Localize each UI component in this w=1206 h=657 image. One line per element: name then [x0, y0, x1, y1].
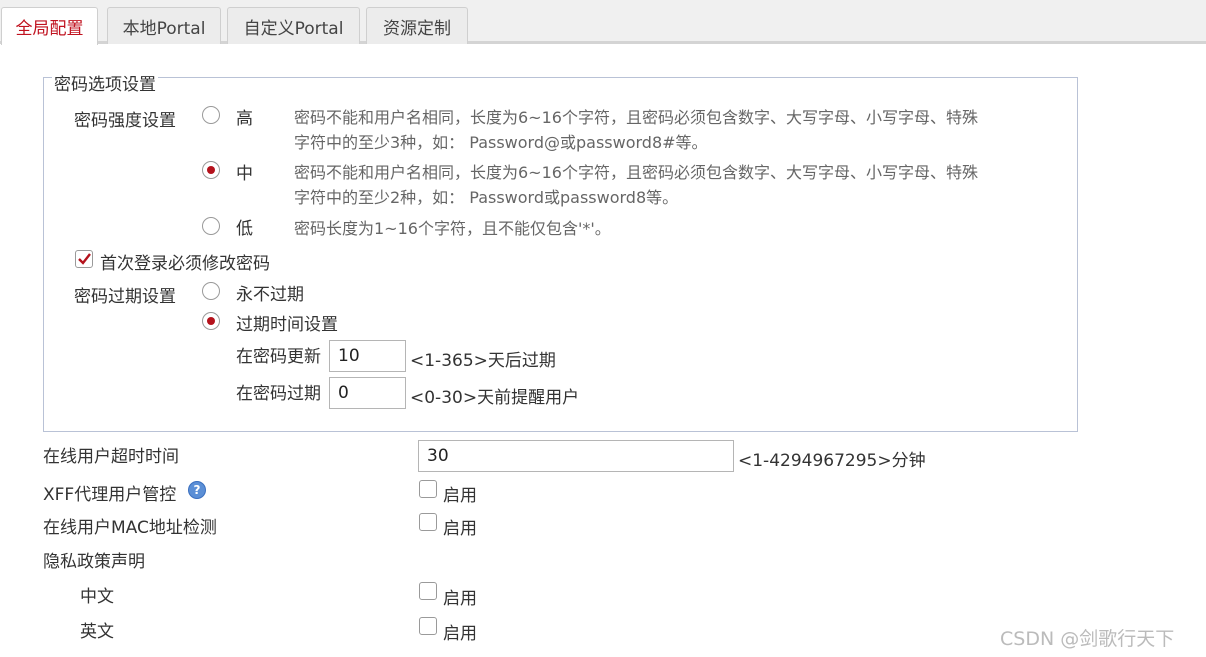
strength-medium-radio[interactable] — [202, 161, 220, 179]
mac-check-enable-label: 启用 — [443, 519, 477, 539]
remind-days-label: 在密码过期 — [236, 384, 321, 404]
watermark: CSDN @剑歌行天下 — [1000, 628, 1175, 650]
mac-check-enable-checkbox[interactable] — [419, 513, 437, 531]
privacy-english-enable-label: 启用 — [443, 624, 477, 644]
expiry-custom-radio[interactable] — [202, 312, 220, 330]
privacy-chinese-enable-label: 启用 — [443, 589, 477, 609]
strength-high-label: 高 — [236, 109, 253, 129]
tab-bar: 全局配置 本地Portal 自定义Portal 资源定制 — [0, 0, 1206, 45]
strength-high-radio[interactable] — [202, 106, 220, 124]
update-days-label: 在密码更新 — [236, 347, 321, 367]
online-timeout-input[interactable] — [418, 440, 734, 472]
strength-low-desc: 密码长度为1~16个字符，且不能仅包含'*'。 — [294, 219, 611, 238]
password-strength-label: 密码强度设置 — [74, 111, 176, 131]
xff-label: XFF代理用户管控 — [43, 485, 177, 505]
expiry-never-radio[interactable] — [202, 282, 220, 300]
strength-low-label: 低 — [236, 219, 253, 239]
mac-check-label: 在线用户MAC地址检测 — [43, 518, 217, 538]
checkmark-icon — [78, 253, 91, 265]
tab-global-config[interactable]: 全局配置 — [1, 7, 98, 45]
tab-local-portal[interactable]: 本地Portal — [107, 7, 221, 44]
privacy-english-label: 英文 — [80, 622, 114, 642]
password-options-legend: 密码选项设置 — [52, 70, 158, 95]
privacy-chinese-checkbox[interactable] — [419, 582, 437, 600]
xff-enable-label: 启用 — [443, 486, 477, 506]
strength-medium-label: 中 — [236, 164, 253, 184]
first-login-change-checkbox[interactable] — [75, 250, 93, 268]
remind-days-input[interactable] — [329, 377, 406, 409]
privacy-policy-label: 隐私政策声明 — [43, 552, 145, 572]
privacy-chinese-label: 中文 — [80, 587, 114, 607]
help-icon[interactable]: ? — [188, 481, 206, 499]
xff-enable-checkbox[interactable] — [419, 480, 437, 498]
tab-resource-custom[interactable]: 资源定制 — [366, 7, 468, 44]
expiry-never-label: 永不过期 — [236, 285, 304, 305]
strength-high-desc: 密码不能和用户名相同，长度为6~16个字符，且密码必须包含数字、大写字母、小写字… — [294, 108, 978, 152]
first-login-change-label: 首次登录必须修改密码 — [100, 254, 270, 274]
update-days-hint: <1-365>天后过期 — [410, 351, 556, 371]
strength-low-radio[interactable] — [202, 217, 220, 235]
expiry-custom-label: 过期时间设置 — [236, 315, 338, 335]
online-timeout-hint: <1-4294967295>分钟 — [738, 451, 926, 471]
password-expiry-label: 密码过期设置 — [74, 287, 176, 307]
remind-days-hint: <0-30>天前提醒用户 — [410, 388, 580, 408]
privacy-english-checkbox[interactable] — [419, 617, 437, 635]
tab-custom-portal[interactable]: 自定义Portal — [227, 7, 360, 44]
strength-medium-desc: 密码不能和用户名相同，长度为6~16个字符，且密码必须包含数字、大写字母、小写字… — [294, 163, 978, 207]
update-days-input[interactable] — [329, 340, 406, 372]
online-timeout-label: 在线用户超时时间 — [43, 447, 179, 467]
